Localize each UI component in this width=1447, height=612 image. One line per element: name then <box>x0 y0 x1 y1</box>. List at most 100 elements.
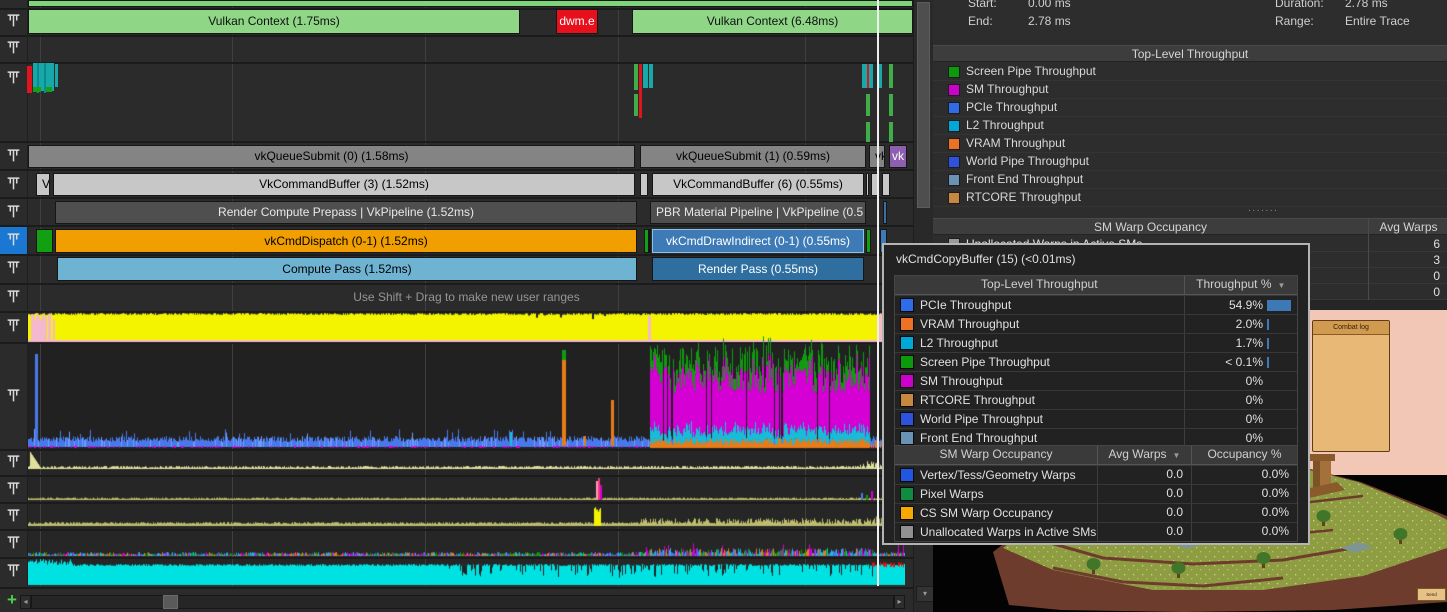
avg-warps-value: 0.0 <box>1097 523 1191 541</box>
legend-label: SM Throughput <box>966 82 1049 96</box>
timeline-sliver[interactable] <box>55 64 58 87</box>
legend-item[interactable]: RTCORE Throughput <box>933 189 1447 207</box>
compute-pass-bar[interactable]: Compute Pass (1.52ms) <box>57 257 637 281</box>
metric-label: RTCORE Throughput <box>920 393 1035 407</box>
timeline-sliver[interactable] <box>33 87 41 92</box>
timeline-sliver[interactable] <box>643 64 648 88</box>
row-pin-icon[interactable] <box>6 13 21 28</box>
timeline-sliver[interactable] <box>634 94 638 116</box>
start-value: 0.00 ms <box>1028 0 1071 10</box>
avg-warps-column-header[interactable]: Avg Warps <box>1368 219 1447 235</box>
timeline-sliver[interactable] <box>889 122 893 142</box>
legend-item[interactable]: VRAM Throughput <box>933 135 1447 153</box>
timeline-sliver[interactable] <box>866 122 870 142</box>
pipeline-small-bar[interactable] <box>883 201 887 224</box>
row-pin-icon[interactable] <box>6 232 21 247</box>
throughput-value: 0% <box>1185 393 1263 407</box>
row-pin-icon[interactable] <box>6 481 21 496</box>
hscroll-right-arrow[interactable]: ▸ <box>894 595 905 609</box>
value-bar-box <box>1267 338 1297 349</box>
timeline-sliver[interactable] <box>634 64 638 90</box>
vkcommandbuffer-6-bar[interactable]: VkCommandBuffer (6) (0.55ms) <box>652 173 864 196</box>
vkcommandbuffer-small-bar[interactable] <box>866 173 869 196</box>
tooltip-title: vkCmdCopyBuffer (15) (<0.01ms) <box>896 252 1076 266</box>
dispatch-green-bar[interactable] <box>36 229 53 253</box>
row-pin-icon[interactable] <box>6 148 21 163</box>
legend-item[interactable]: World Pipe Throughput <box>933 153 1447 171</box>
timeline-sliver[interactable] <box>27 66 32 93</box>
send-feedback-button: Send Feedback <box>1417 588 1446 601</box>
legend-item[interactable]: SM Throughput <box>933 81 1447 99</box>
tooltip-occupancy-row: CS SM Warp Occupancy0.00.0% <box>895 503 1297 522</box>
vkcommandbuffer-small-bar[interactable]: Vk <box>36 173 50 196</box>
sort-arrow-icon: ▼ <box>1173 451 1181 460</box>
legend-item[interactable]: Screen Pipe Throughput <box>933 63 1447 81</box>
dispatch-green-bar[interactable] <box>866 229 871 253</box>
throughput-value: 0% <box>1185 374 1263 388</box>
metric-label-cell: Screen Pipe Throughput <box>895 355 1184 369</box>
hscroll-left-arrow[interactable]: ◂ <box>20 595 31 609</box>
tooltip-throughput-table-header: Top-Level Throughput Throughput %▼ <box>895 276 1297 295</box>
legend-item[interactable]: Front End Throughput <box>933 171 1447 189</box>
vulkan-context-bar-0[interactable]: Vulkan Context (1.75ms) <box>28 9 520 34</box>
vscroll-thumb[interactable] <box>917 2 930 208</box>
row-pin-icon[interactable] <box>6 176 21 191</box>
pipeline-pbr-bar[interactable]: PBR Material Pipeline | VkPipeline (0.5 <box>650 201 866 224</box>
metric-label: Front End Throughput <box>920 431 1037 445</box>
row-pin-icon[interactable] <box>6 289 21 304</box>
timeline-sliver[interactable] <box>889 64 893 88</box>
hscroll-thumb[interactable] <box>163 595 178 609</box>
timeline-sliver[interactable] <box>649 64 653 88</box>
metric-value-cell: 0% <box>1184 410 1297 428</box>
dispatch-small-bar[interactable] <box>649 229 651 253</box>
throughput-value: 0% <box>1185 431 1263 445</box>
throughput-graphs-canvas[interactable] <box>28 312 905 586</box>
add-user-range-button[interactable]: + <box>3 591 21 609</box>
metric-label-cell: World Pipe Throughput <box>895 412 1184 426</box>
render-pass-bar[interactable]: Render Pass (0.55ms) <box>652 257 864 281</box>
dwm-bar[interactable]: dwm.e <box>556 9 598 34</box>
metric-swatch <box>900 487 914 501</box>
row-pin-icon[interactable] <box>6 40 21 55</box>
vkqueuesubmit-1-bar[interactable]: vkQueueSubmit (1) (0.59ms) <box>640 145 866 168</box>
avg-warps-col-header: Avg Warps▼ <box>1097 446 1191 464</box>
legend-item[interactable]: PCIe Throughput <box>933 99 1447 117</box>
throughput-value: 0% <box>1185 412 1263 426</box>
vkcommandbuffer-3-bar[interactable]: VkCommandBuffer (3) (1.52ms) <box>53 173 635 196</box>
timeline-sliver[interactable] <box>866 94 870 116</box>
timeline-area[interactable]: Vulkan Context (1.75ms) dwm.e Vulkan Conte… <box>0 0 913 612</box>
metric-value-cell: 2.0% <box>1184 315 1297 333</box>
row-pin-icon[interactable] <box>6 70 21 85</box>
vkqueuesubmit-0-bar[interactable]: vkQueueSubmit (0) (1.58ms) <box>28 145 635 168</box>
row-pin-icon[interactable] <box>6 260 21 275</box>
panel-splitter-handle[interactable]: ······· <box>1233 205 1293 216</box>
vkcommandbuffer-small-bar[interactable] <box>882 173 890 196</box>
vkqueuesubmit-3-bar[interactable]: vk <box>889 145 907 168</box>
row-pin-icon[interactable] <box>6 535 21 550</box>
timeline-sliver[interactable] <box>639 64 642 118</box>
timeline-sliver[interactable] <box>869 64 873 88</box>
hscroll-track[interactable] <box>31 595 894 609</box>
vulkan-context-bar-1[interactable]: Vulkan Context (6.48ms) <box>632 9 913 34</box>
pipeline-prepass-bar[interactable]: Render Compute Prepass | VkPipeline (1.5… <box>55 201 637 224</box>
vkcommandbuffer-small-bar[interactable] <box>640 173 648 196</box>
timeline-sliver[interactable] <box>46 87 52 92</box>
row-pin-icon[interactable] <box>6 563 21 578</box>
metric-label: L2 Throughput <box>920 336 998 350</box>
timeline-sliver[interactable] <box>889 94 893 116</box>
vscroll-down-arrow[interactable]: ▾ <box>916 586 934 602</box>
top-strip-bar[interactable] <box>28 0 913 7</box>
metric-label-cell: Vertex/Tess/Geometry Warps <box>895 468 1097 482</box>
vkcmddispatch-bar[interactable]: vkCmdDispatch (0-1) (1.52ms) <box>55 229 637 253</box>
occupancy-value: 0.0% <box>1191 504 1297 522</box>
row-pin-icon[interactable] <box>6 204 21 219</box>
avg-warps-value: 0.0 <box>1097 504 1191 522</box>
row-pin-icon[interactable] <box>6 454 21 469</box>
combat-log-title: Combat log <box>1313 321 1389 335</box>
row-pin-icon[interactable] <box>6 388 21 403</box>
legend-item[interactable]: L2 Throughput <box>933 117 1447 135</box>
row-pin-icon[interactable] <box>6 318 21 333</box>
event-tooltip: vkCmdCopyBuffer (15) (<0.01ms) Top-Level… <box>882 243 1310 545</box>
row-pin-icon[interactable] <box>6 508 21 523</box>
vkcmddrawindirect-bar[interactable]: vkCmdDrawIndirect (0-1) (0.55ms) <box>652 229 864 253</box>
